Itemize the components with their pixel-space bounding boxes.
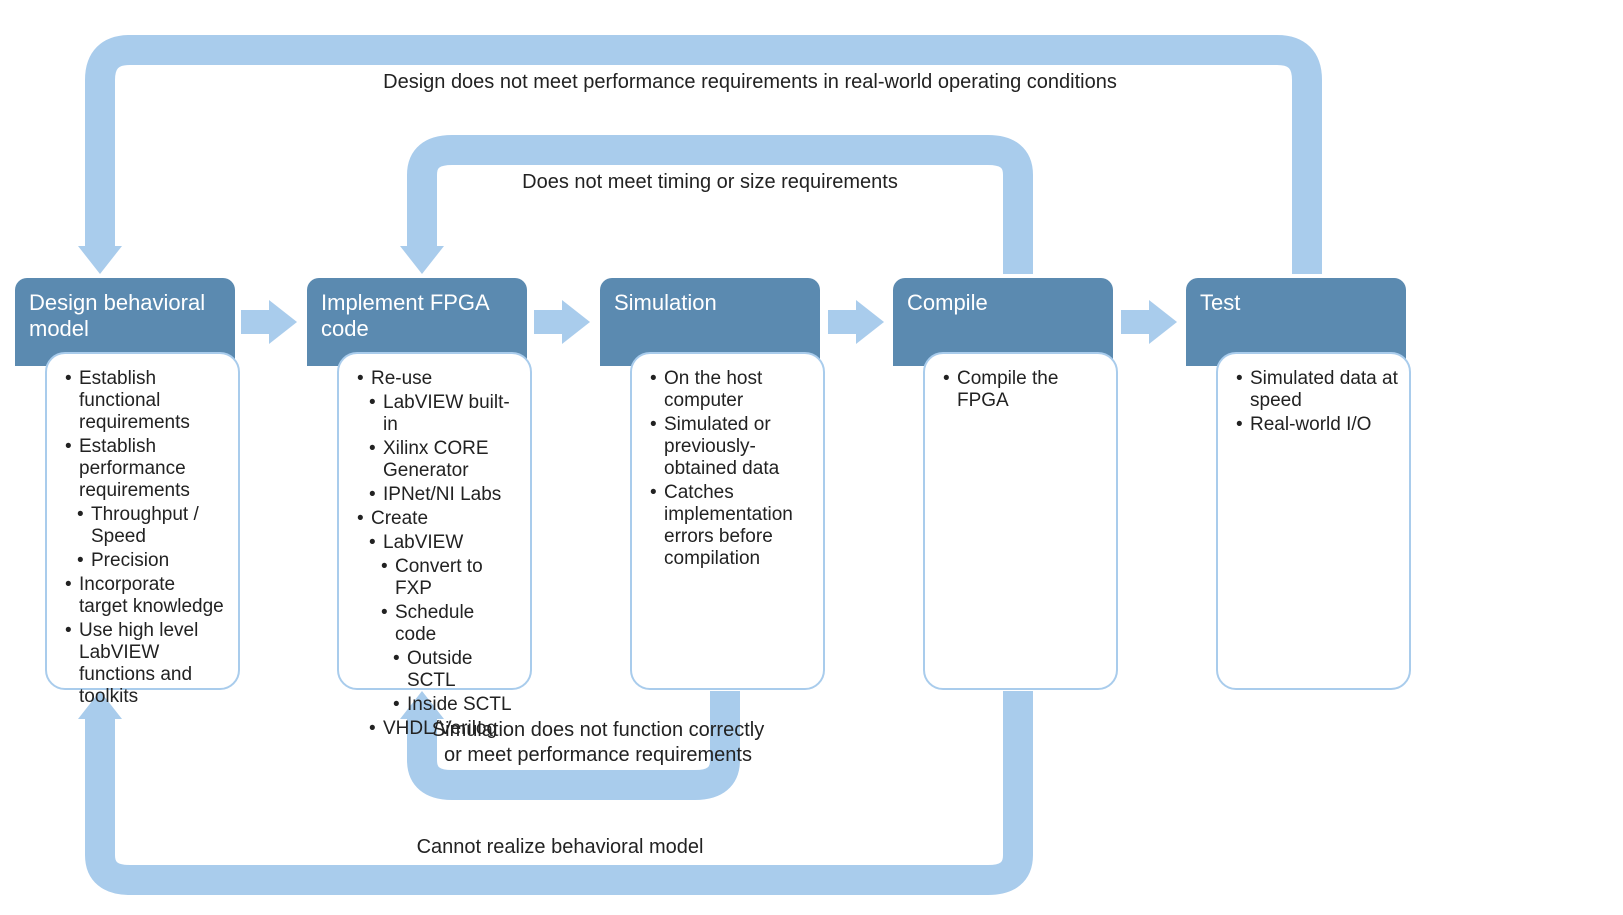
stage-implement-body: Re-use LabVIEW built-in Xilinx CORE Gene… bbox=[337, 352, 532, 690]
list-item: Create bbox=[357, 508, 520, 530]
list-item: VHDL/Verilog bbox=[369, 718, 520, 740]
stage-test-body: Simulated data at speed Real-world I/O bbox=[1216, 352, 1411, 690]
feedback-label-top2: Does not meet timing or size requirement… bbox=[450, 170, 970, 195]
list-item: Catches implementation errors before com… bbox=[650, 482, 813, 570]
arrow-implement-to-simulation bbox=[534, 300, 590, 344]
list-item: LabVIEW built-in bbox=[369, 392, 520, 436]
list-item: Inside SCTL bbox=[393, 694, 520, 716]
list-item: Schedule code bbox=[381, 602, 520, 646]
stage-simulation-body: On the host computer Simulated or previo… bbox=[630, 352, 825, 690]
list-item: Real-world I/O bbox=[1236, 414, 1399, 436]
list-item: Re-use bbox=[357, 368, 520, 390]
list-item: Incorporate target knowledge bbox=[65, 574, 228, 618]
list-item: Outside SCTL bbox=[393, 648, 520, 692]
list-item: Establish functional requirements bbox=[65, 368, 228, 434]
feedback-label-bot2: Cannot realize behavioral model bbox=[300, 835, 820, 860]
list-item: Simulated data at speed bbox=[1236, 368, 1399, 412]
list-item: LabVIEW bbox=[369, 532, 520, 554]
list-item: Establish performance requirements bbox=[65, 436, 228, 502]
list-item: Convert to FXP bbox=[381, 556, 520, 600]
list-item: Throughput / Speed bbox=[77, 504, 228, 548]
list-item: Precision bbox=[77, 550, 228, 572]
arrow-simulation-to-compile bbox=[828, 300, 884, 344]
arrow-compile-to-test bbox=[1121, 300, 1177, 344]
list-item: Xilinx CORE Generator bbox=[369, 438, 520, 482]
feedback-compile-to-implement bbox=[400, 150, 1018, 274]
list-item: Compile the FPGA bbox=[943, 368, 1106, 412]
list-item: Simulated or previously-obtained data bbox=[650, 414, 813, 480]
feedback-label-top1: Design does not meet performance require… bbox=[300, 70, 1200, 95]
list-item: Use high level LabVIEW functions and too… bbox=[65, 620, 228, 708]
arrow-design-to-implement bbox=[241, 300, 297, 344]
list-item: IPNet/NI Labs bbox=[369, 484, 520, 506]
list-item: On the host computer bbox=[650, 368, 813, 412]
stage-design-body: Establish functional requirements Establ… bbox=[45, 352, 240, 690]
stage-compile-body: Compile the FPGA bbox=[923, 352, 1118, 690]
